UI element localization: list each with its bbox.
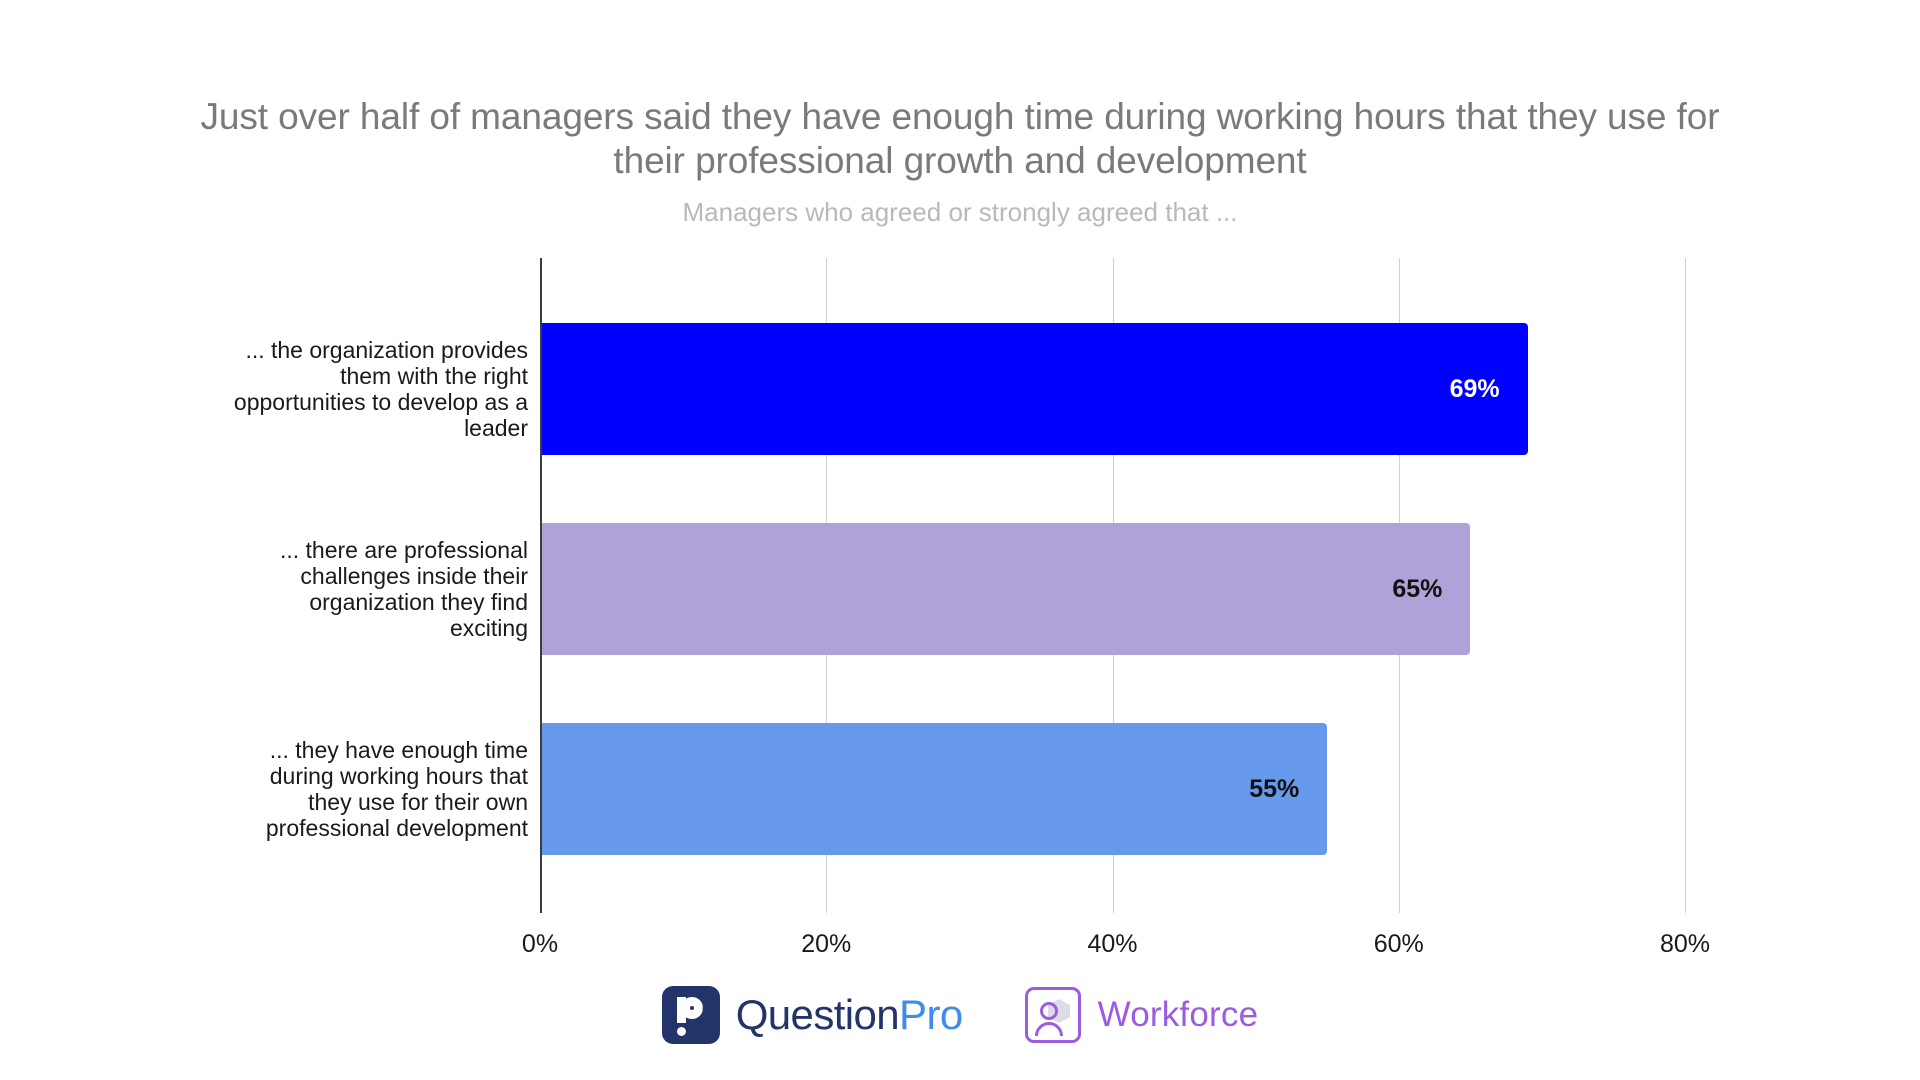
bar-row: 69% <box>540 323 1685 455</box>
workforce-wordmark: Workforce <box>1097 995 1259 1034</box>
chart-title: Just over half of managers said they hav… <box>200 96 1720 181</box>
workforce-logo-mark-icon <box>1024 987 1081 1043</box>
x-axis-tick-label: 80% <box>1659 930 1711 958</box>
category-label: ... the organization provides them with … <box>233 337 528 441</box>
questionpro-word-pro: Pro <box>899 991 963 1038</box>
x-axis-tick-label: 20% <box>801 930 852 958</box>
x-axis-tick-label: 40% <box>1087 930 1138 958</box>
bar-value-label: 65% <box>1392 575 1443 603</box>
bar-value-label: 69% <box>1449 375 1500 403</box>
questionpro-logo-mark-icon <box>661 986 720 1044</box>
bar-row: 65% <box>540 523 1685 655</box>
gridline <box>1685 258 1686 913</box>
chart-subtitle: Managers who agreed or strongly agreed t… <box>682 197 1238 227</box>
bar[interactable] <box>540 323 1528 455</box>
questionpro-wordmark: QuestionPro <box>736 991 963 1039</box>
footer-logos: QuestionPro Workforce <box>0 975 1920 1055</box>
x-axis-tick-label: 0% <box>521 930 559 958</box>
category-label: ... there are professional challenges in… <box>279 537 528 641</box>
bar[interactable] <box>540 523 1471 655</box>
bar-row: 55% <box>540 723 1685 855</box>
plot-area: 69% 65% 55% <box>540 258 1686 913</box>
category-label: ... they have enough time during working… <box>265 737 528 841</box>
questionpro-word-question: Question <box>735 991 900 1038</box>
workforce-logo[interactable]: Workforce <box>1024 987 1259 1043</box>
x-axis-tick-label: 60% <box>1373 930 1424 958</box>
questionpro-logo[interactable]: QuestionPro <box>661 986 963 1044</box>
bar[interactable] <box>540 723 1328 855</box>
bar-value-label: 55% <box>1249 775 1300 803</box>
y-axis-line <box>540 258 542 913</box>
chart-page: Just over half of managers said they hav… <box>0 0 1920 1080</box>
